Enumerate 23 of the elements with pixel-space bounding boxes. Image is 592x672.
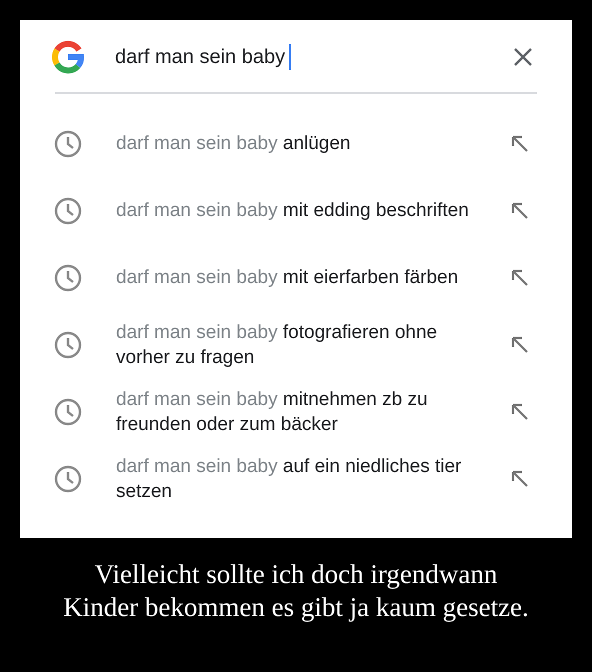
arrow-icon[interactable] <box>511 268 529 286</box>
suggestion-item[interactable]: darf man sein baby mit eierfarben färben <box>116 265 486 290</box>
caption-text: Vielleicht sollte ich doch irgendwann <box>94 558 498 591</box>
clock-icon <box>54 464 82 492</box>
logo-icon <box>51 40 85 74</box>
arrow-icon[interactable] <box>511 336 529 354</box>
caption-text: Kinder bekommen es gibt ja kaum gesetze. <box>63 591 529 624</box>
arrow-icon[interactable] <box>511 402 529 420</box>
arrow-icon[interactable] <box>511 202 529 220</box>
suggestion-item[interactable]: darf man sein baby fotografieren ohne vorher zu fragen <box>116 320 486 370</box>
close-icon[interactable] <box>513 47 533 67</box>
arrow-icon[interactable] <box>511 134 529 152</box>
clock-icon <box>54 196 82 224</box>
arrow-icon[interactable] <box>511 470 529 488</box>
clock-icon <box>54 264 82 292</box>
suggestion-item[interactable]: darf man sein baby auf ein niedliches tier setzen <box>116 454 486 504</box>
suggestion-item[interactable]: darf man sein baby anlügen <box>116 131 486 156</box>
clock-icon <box>54 398 82 426</box>
suggestion-item[interactable]: darf man sein baby mit edding beschriften <box>116 198 486 223</box>
suggestion-item[interactable]: darf man sein baby mitnehmen zb zu freunden oder zum bäcker <box>116 386 486 436</box>
clock-icon <box>54 130 82 158</box>
clock-icon <box>54 330 82 358</box>
search-field[interactable]: darf man sein baby <box>115 44 513 70</box>
